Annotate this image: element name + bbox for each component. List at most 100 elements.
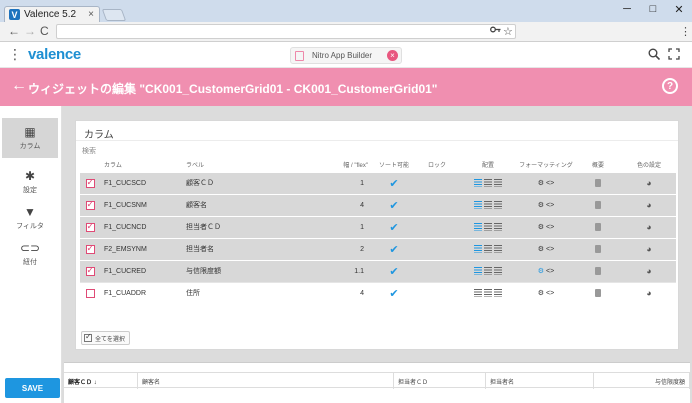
format-settings-icon[interactable]: ⚙ — [538, 290, 544, 297]
align-left-icon[interactable] — [474, 201, 482, 209]
nitro-app-builder-tab[interactable]: Nitro App Builder × — [290, 47, 402, 64]
format-settings-icon[interactable]: ⚙ — [538, 202, 544, 209]
sortable-check-icon[interactable]: ✔ — [389, 288, 398, 300]
table-row[interactable]: F1_CUCSCD顧客ＣＤ1 ✔ ⚙ <> ◕ — [80, 171, 676, 194]
color-palette-icon[interactable]: ◕ — [646, 178, 651, 188]
alignment-toggle[interactable] — [474, 223, 502, 231]
preview-column-header[interactable]: 担当者ＣＤ — [394, 373, 486, 389]
column-width[interactable]: 1 — [282, 171, 372, 194]
alignment-toggle[interactable] — [474, 267, 502, 275]
format-settings-icon[interactable]: ⚙ — [538, 246, 544, 253]
column-width[interactable]: 4 — [282, 193, 372, 216]
sidebar-item-settings[interactable]: ✱ 設定 — [2, 162, 58, 202]
color-palette-icon[interactable]: ◕ — [646, 222, 651, 232]
code-icon[interactable]: <> — [546, 224, 554, 231]
format-settings-icon[interactable]: ⚙ — [538, 180, 544, 187]
format-settings-icon[interactable]: ⚙ — [538, 268, 544, 275]
browser-menu-icon[interactable]: ⋮ — [680, 25, 691, 38]
sidebar-item-columns[interactable]: ▦ カラム — [2, 118, 58, 158]
column-label[interactable]: 担当者ＣＤ — [182, 215, 282, 238]
lock-cell[interactable] — [416, 193, 458, 216]
table-row[interactable]: F1_CUADDR 住所 4 ✔ ⚙ <> ◕ — [80, 281, 676, 304]
preview-column-header[interactable]: 顧客名 — [138, 373, 394, 389]
forward-icon[interactable]: → — [24, 24, 36, 38]
fullscreen-icon[interactable] — [668, 47, 680, 63]
code-icon[interactable]: <> — [546, 180, 554, 187]
align-left-icon[interactable] — [474, 289, 482, 298]
preview-column-header[interactable]: 顧客ＣＤ ↓ — [64, 373, 138, 389]
table-row[interactable]: F2_EMSYNM担当者名2 ✔ ⚙ <> ◕ — [80, 237, 676, 260]
preview-column-header[interactable]: 与信限度額 — [594, 373, 690, 389]
key-icon[interactable] — [490, 25, 501, 37]
column-width[interactable]: 2 — [282, 237, 372, 260]
code-icon[interactable]: <> — [546, 202, 554, 209]
column-label[interactable]: 顧客ＣＤ — [182, 171, 282, 194]
align-center-icon[interactable] — [484, 267, 492, 275]
align-center-icon[interactable] — [484, 223, 492, 231]
sortable-check-icon[interactable]: ✔ — [389, 222, 398, 234]
select-all-button[interactable]: 全てを選択 — [81, 331, 130, 345]
alignment-toggle[interactable] — [474, 201, 502, 209]
align-right-icon[interactable] — [494, 179, 502, 187]
color-palette-icon[interactable]: ◕ — [646, 244, 651, 254]
row-checkbox[interactable] — [85, 177, 95, 188]
align-center-icon[interactable] — [484, 179, 492, 187]
close-window-icon[interactable]: ✕ — [668, 3, 690, 16]
calculator-icon[interactable] — [595, 179, 601, 187]
code-icon[interactable]: <> — [546, 246, 554, 253]
table-row[interactable]: F1_CUCSNM顧客名4 ✔ ⚙ <> ◕ — [80, 193, 676, 216]
calculator-icon[interactable] — [595, 245, 601, 253]
maximize-icon[interactable]: □ — [642, 3, 664, 15]
align-right-icon[interactable] — [494, 267, 502, 275]
column-label[interactable]: 担当者名 — [182, 237, 282, 260]
column-width[interactable]: 4 — [282, 281, 372, 304]
column-width[interactable]: 1 — [282, 215, 372, 238]
format-settings-icon[interactable]: ⚙ — [538, 224, 544, 231]
table-row[interactable]: F1_CUCNCD担当者ＣＤ1 ✔ ⚙ <> ◕ — [80, 215, 676, 238]
calculator-icon[interactable] — [595, 267, 601, 275]
new-tab-button[interactable] — [101, 9, 127, 21]
lock-cell[interactable] — [416, 171, 458, 194]
row-checkbox[interactable] — [85, 265, 95, 276]
select-all-checkbox[interactable] — [84, 332, 92, 342]
calculator-icon[interactable] — [595, 289, 601, 298]
minimize-icon[interactable]: ─ — [616, 3, 638, 15]
align-right-icon[interactable] — [494, 223, 502, 231]
search-input[interactable]: 検索 — [82, 146, 96, 156]
color-palette-icon[interactable]: ◕ — [646, 266, 651, 276]
color-palette-icon[interactable]: ◕ — [646, 288, 651, 298]
column-label[interactable]: 顧客名 — [182, 193, 282, 216]
sortable-check-icon[interactable]: ✔ — [389, 200, 398, 212]
table-row[interactable]: F1_CUCRED与信限度額1.1 ✔ ⚙ <> ◕ — [80, 259, 676, 282]
align-right-icon[interactable] — [494, 289, 502, 298]
calculator-icon[interactable] — [595, 223, 601, 231]
lock-cell[interactable] — [416, 215, 458, 238]
lock-cell[interactable] — [416, 281, 458, 304]
back-arrow-icon[interactable]: ← — [11, 77, 27, 95]
code-icon[interactable]: <> — [546, 290, 554, 297]
sortable-check-icon[interactable]: ✔ — [389, 266, 398, 278]
alignment-toggle[interactable] — [474, 245, 502, 253]
calculator-icon[interactable] — [595, 201, 601, 209]
save-button[interactable]: SAVE — [5, 378, 60, 398]
bookmark-star-icon[interactable]: ☆ — [503, 25, 513, 38]
alignment-toggle[interactable] — [474, 179, 502, 187]
back-icon[interactable]: ← — [8, 24, 20, 38]
row-checkbox[interactable] — [85, 199, 95, 210]
align-center-icon[interactable] — [484, 289, 492, 298]
preview-column-header[interactable]: 担当者名 — [486, 373, 594, 389]
lock-cell[interactable] — [416, 259, 458, 282]
code-icon[interactable]: <> — [546, 268, 554, 275]
tab-close-icon[interactable]: × — [88, 9, 94, 20]
align-right-icon[interactable] — [494, 245, 502, 253]
color-palette-icon[interactable]: ◕ — [646, 200, 651, 210]
help-icon[interactable]: ? — [662, 78, 678, 94]
align-left-icon[interactable] — [474, 267, 482, 275]
sidebar-item-link[interactable]: ⊂⊃ 紐付 — [2, 234, 58, 274]
app-menu-icon[interactable]: ⋮ — [8, 47, 22, 61]
align-left-icon[interactable] — [474, 223, 482, 231]
column-label[interactable]: 与信限度額 — [182, 259, 282, 282]
align-center-icon[interactable] — [484, 245, 492, 253]
nitro-close-icon[interactable]: × — [387, 50, 398, 61]
row-checkbox[interactable] — [85, 221, 95, 232]
